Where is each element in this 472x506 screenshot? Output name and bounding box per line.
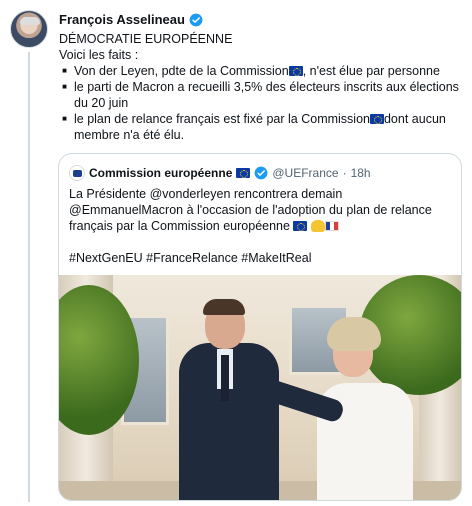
quoted-photo[interactable]: [59, 275, 461, 500]
tweet-body: DÉMOCRATIE EUROPÉENNE Voici les faits : …: [59, 31, 459, 143]
quoted-body: La Présidente @vonderleyen rencontrera d…: [69, 186, 459, 266]
quoted-avatar[interactable]: [69, 165, 85, 181]
hand-emoji-icon: [310, 220, 325, 232]
bullet-square-icon: ■: [62, 82, 67, 91]
quoted-text: La Présidente @vonderleyen rencontrera d…: [69, 186, 459, 234]
bullet-item: ■ Von der Leyen, pdte de la Commission , …: [59, 63, 459, 79]
quoted-author-name[interactable]: Commission européenne: [89, 166, 232, 180]
person-left-tie: [221, 355, 229, 401]
meta-separator: ·: [342, 166, 347, 180]
quoted-handle[interactable]: @UEFrance: [272, 166, 338, 180]
bullet-text: le plan de relance français est fixé par…: [74, 111, 459, 143]
verified-badge-icon: [189, 13, 203, 26]
quoted-hashtags[interactable]: #NextGenEU #FranceRelance #MakeItReal: [69, 250, 459, 266]
person-right-hair: [327, 317, 381, 351]
verified-badge-icon: [254, 166, 268, 180]
person-left-hair: [203, 299, 245, 315]
bullet-square-icon: ■: [62, 114, 67, 123]
bullet-text-part: , n'est élue par personne: [302, 64, 440, 78]
author-name[interactable]: François Asselineau: [59, 12, 185, 27]
bullet-item: ■ le plan de relance français est fixé p…: [59, 111, 459, 143]
author-avatar[interactable]: [10, 10, 48, 48]
quoted-tweet[interactable]: Commission européenne @UEFrance · 18h La…: [58, 153, 462, 501]
eu-flag-icon: [288, 66, 303, 76]
bullet-text: Von der Leyen, pdte de la Commission , n'…: [74, 63, 440, 79]
thread-line: [28, 52, 30, 502]
eu-flag-icon: [236, 168, 251, 178]
tweet-line-intro: Voici les faits :: [59, 48, 139, 62]
fr-flag-icon: [324, 221, 339, 231]
quoted-timestamp[interactable]: 18h: [351, 166, 371, 180]
bullet-item: ■ le parti de Macron a recueilli 3,5% de…: [59, 79, 459, 111]
eu-flag-icon: [293, 221, 308, 231]
bullet-text-part: le plan de relance français est fixé par…: [74, 112, 370, 126]
bullet-text: le parti de Macron a recueilli 3,5% des …: [74, 80, 459, 110]
bullet-text-part: Von der Leyen, pdte de la Commission: [74, 64, 289, 78]
eu-flag-icon: [369, 114, 384, 124]
bullet-square-icon: ■: [62, 66, 67, 75]
tweet-line-title: DÉMOCRATIE EUROPÉENNE: [59, 32, 233, 46]
quoted-text-content: La Présidente @vonderleyen rencontrera d…: [69, 187, 432, 233]
quoted-header: Commission européenne @UEFrance · 18h: [69, 165, 371, 181]
tweet-header: François Asselineau: [59, 12, 203, 27]
